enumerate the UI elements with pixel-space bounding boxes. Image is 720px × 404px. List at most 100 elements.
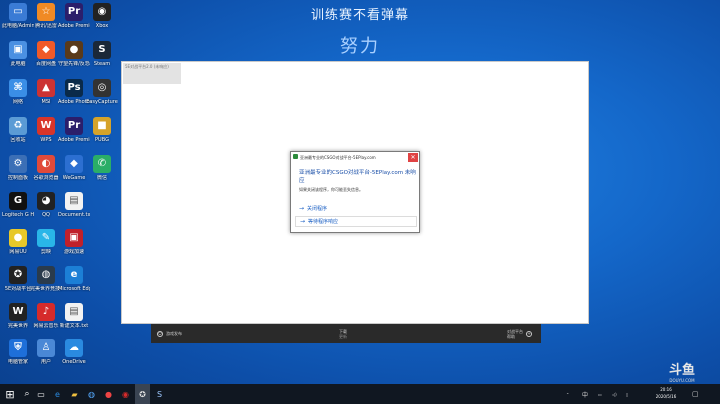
pubg-icon-label: PUBG [95, 137, 109, 143]
close-program-option[interactable]: → 关闭程序 [295, 203, 417, 214]
arrow-right-icon: → [300, 218, 306, 225]
obs-icon-glyph: ◉ [93, 3, 111, 21]
game-launcher-bar: ⏻ 游戏发布 下载 更新 对战平台 帮助 + [151, 324, 541, 343]
close-button[interactable]: ✕ [408, 153, 418, 162]
app-window-caption[interactable]: 5E对战平台2.0 (未响应) [123, 63, 181, 84]
dialog-message: 如果关闭该程序，你可能丢失信息。 [299, 187, 363, 192]
dt-blank-4 [86, 303, 118, 341]
douyu-site: DOUYU.COM [669, 378, 695, 383]
dt-blank-3 [86, 266, 118, 304]
dt-blank-3-glyph [93, 266, 111, 284]
game-bar-left-label: 游戏发布 [166, 331, 182, 336]
dialog-heading: 亚洲最专业的CSGO对战平台-5EPlay.com 未响应 [299, 170, 416, 184]
wechat-icon[interactable]: ✆ 微信 [86, 155, 118, 193]
monster-icon-glyph: ▲ [37, 79, 55, 97]
not-responding-dialog: 亚洲最专业的CSGO对战平台-5EPlay.com ✕ 亚洲最专业的CSGO对战… [290, 151, 420, 233]
search-icon[interactable]: ⌕ [20, 384, 34, 404]
premiere2-icon-glyph: Pr [65, 117, 83, 135]
recycle-icon-glyph: ♻ [9, 117, 27, 135]
computer-icon-glyph: ▣ [9, 41, 27, 59]
volume-icon[interactable]: ◁) [612, 384, 617, 404]
clock-time: 20:16 [660, 387, 672, 392]
perfect-icon-glyph: W [9, 303, 27, 321]
dt-blank-2-glyph [93, 229, 111, 247]
game-bar-center-label-2: 更新 [339, 333, 347, 339]
netease-icon-glyph: ● [9, 229, 27, 247]
steam-icon-label: Steam [93, 61, 111, 67]
notification-icon[interactable]: ▢ [692, 384, 699, 404]
add-icon: + [526, 330, 532, 337]
pubg-icon-glyph: ■ [93, 117, 111, 135]
wechat-icon-glyph: ✆ [93, 155, 111, 173]
app-icon-glyph: ◆ [37, 41, 55, 59]
onedrive-icon-label: OneDrive [62, 359, 86, 365]
network-icon-glyph: ⌘ [9, 79, 27, 97]
security-icon-glyph: ⛨ [9, 339, 27, 357]
photoshop-icon-glyph: Ps [65, 79, 83, 97]
tencent-icon-glyph: ☆ [37, 3, 55, 21]
edit-icon-glyph: ✎ [37, 229, 55, 247]
obs-icon[interactable]: ◉ Xbox [86, 3, 118, 41]
wps-icon-glyph: W [37, 117, 55, 135]
dt-blank-1-glyph [93, 192, 111, 210]
record-icon[interactable]: ◎ EasyCapture [86, 79, 118, 117]
onedrive-icon[interactable]: ☁ OneDrive [58, 339, 90, 377]
obs-icon-label: Xbox [95, 23, 109, 29]
clock-date: 2020/5/16 [655, 394, 677, 399]
game-bar-right[interactable]: 对战平台 帮助 + [507, 324, 535, 343]
logitech-icon-glyph: G [9, 192, 27, 210]
app-window-title: 5E对战平台2.0 (未响应) [125, 64, 169, 69]
doc2-icon-glyph: ▤ [65, 303, 83, 321]
game-icon-glyph: ● [65, 41, 83, 59]
power-icon: ⏻ [157, 330, 163, 337]
onedrive-icon-glyph: ☁ [65, 339, 83, 357]
app-task-icon[interactable]: ● [101, 384, 116, 404]
douyu-logo: 斗鱼 [668, 363, 695, 378]
douyu-watermark: 斗鱼 DOUYU.COM [664, 364, 700, 384]
steam-icon-glyph: S [93, 41, 111, 59]
network-tray-icon[interactable]: ▭ [598, 384, 602, 404]
record-icon-glyph: ◎ [93, 79, 111, 97]
csgo-icon-glyph: ✪ [9, 266, 27, 284]
doc-icon-glyph: ▤ [65, 192, 83, 210]
game-bar-right-text: 对战平台 帮助 [507, 329, 523, 339]
dt-blank-2 [86, 229, 118, 267]
store-task-icon[interactable]: ◍ [84, 384, 99, 404]
red-app-icon-glyph: ▣ [65, 229, 83, 247]
steam2-icon-glyph: ◍ [37, 266, 55, 284]
wait-program-option[interactable]: → 等待程序响应 [295, 216, 417, 227]
recycle-bin-icon-glyph: ▭ [9, 3, 27, 21]
wait-program-label: 等待程序响应 [308, 219, 339, 225]
wechat-icon-label: 微信 [96, 175, 107, 181]
game-bar-left[interactable]: ⏻ 游戏发布 [157, 324, 182, 343]
battery-icon[interactable]: ▯ [626, 384, 628, 404]
dt-blank-4-glyph [93, 303, 111, 321]
pubg-icon[interactable]: ■ PUBG [86, 117, 118, 155]
dialog-title: 亚洲最专业的CSGO对战平台-5EPlay.com [300, 155, 376, 160]
csgo-task-icon[interactable]: ✪ [135, 384, 150, 404]
control-icon-glyph: ⚙ [9, 155, 27, 173]
wegame-icon-glyph: ◆ [65, 155, 83, 173]
system-clock[interactable]: 20:16 2020/5/16 [651, 386, 681, 400]
explorer-task-icon[interactable]: ▰ [67, 384, 82, 404]
netease-music-icon-glyph: ♪ [37, 303, 55, 321]
edge-icon-glyph: e [65, 266, 83, 284]
game-bar-right-label-2: 帮助 [507, 333, 515, 339]
arrow-right-icon: → [299, 205, 305, 212]
start-button[interactable]: ⊞ [0, 384, 20, 404]
dt-blank-1 [86, 192, 118, 230]
edge-task-icon[interactable]: e [50, 384, 65, 404]
steam-icon[interactable]: S Steam [86, 41, 118, 79]
tray-arrow-icon[interactable]: ⌃ [566, 384, 569, 404]
record-icon-label: EasyCapture [86, 99, 118, 105]
game-bar-center[interactable]: 下载 更新 [339, 324, 347, 343]
chrome-icon-glyph: ◐ [37, 155, 55, 173]
ime-indicator[interactable]: 中 [582, 384, 588, 404]
premiere-icon-glyph: Pr [65, 3, 83, 21]
close-program-label: 关闭程序 [307, 206, 328, 212]
steam-task-icon[interactable]: S [152, 384, 167, 404]
task-view-icon[interactable]: ▭ [34, 384, 48, 404]
netease-task-icon[interactable]: ◉ [118, 384, 133, 404]
user-icon-glyph: ♙ [37, 339, 55, 357]
qq-icon-glyph: ◕ [37, 192, 55, 210]
